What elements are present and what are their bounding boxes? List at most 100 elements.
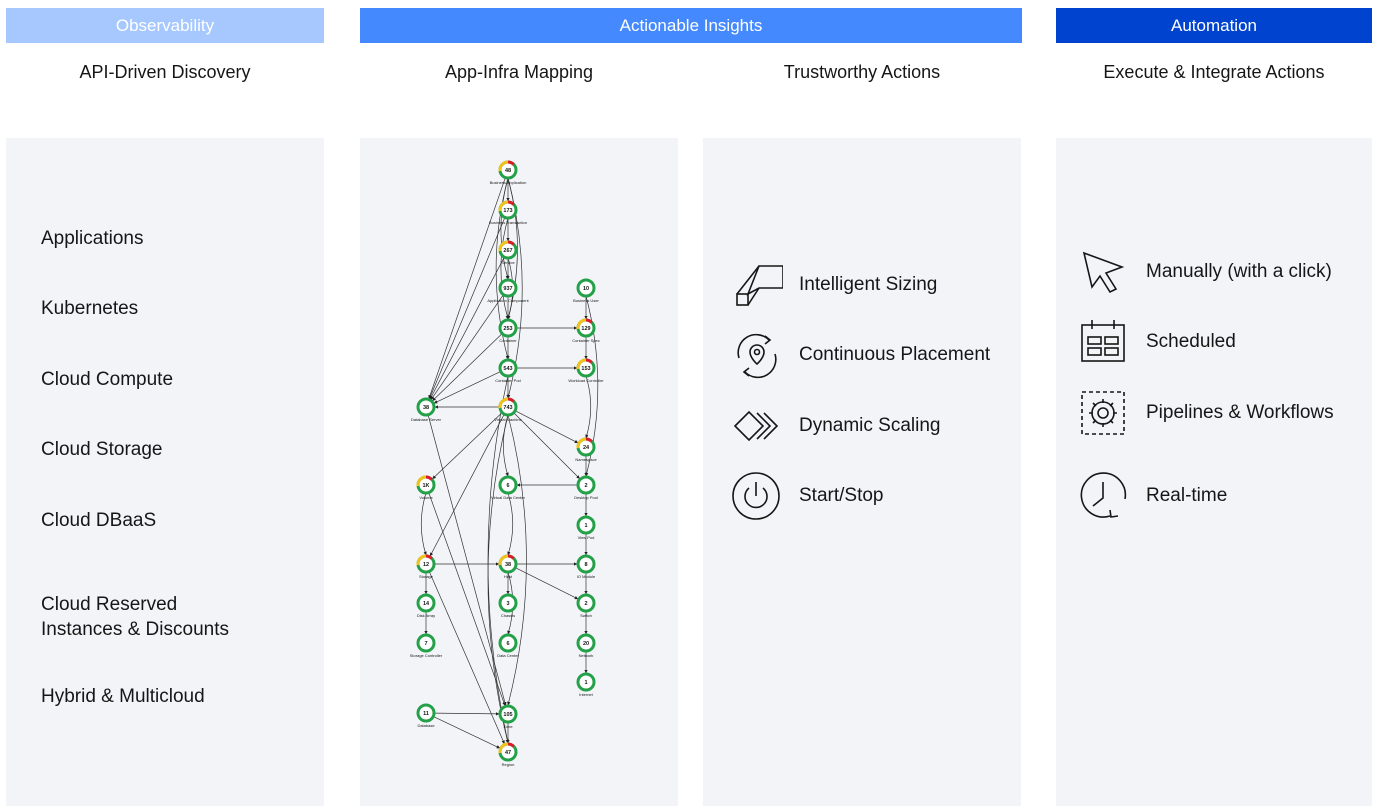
graph-edge — [433, 371, 501, 404]
heading-mapping: App-Infra Mapping — [444, 62, 594, 82]
graph-edge — [507, 492, 514, 556]
node-count: 129 — [581, 326, 590, 332]
node-label: Disk Array — [417, 613, 435, 618]
cursor-icon — [1076, 245, 1130, 299]
node-label: Workload Controller — [568, 378, 604, 383]
node-count: 38 — [423, 405, 429, 411]
observability-title: Observability — [115, 15, 215, 35]
node-label: Virtual Machine — [494, 417, 522, 422]
node-label: View Pod — [578, 535, 595, 540]
heading-discovery: API-Driven Discovery — [79, 62, 251, 82]
node-label: Internet — [579, 692, 593, 697]
node-count: 743 — [503, 405, 512, 411]
graph-node-dc: 6 Data Center — [497, 633, 519, 658]
graph-node-vp: 1 View Pod — [576, 515, 596, 540]
node-label: Service — [501, 260, 515, 265]
graph-edge — [433, 712, 500, 716]
action-intelligent-sizing: Intelligent Sizing — [729, 258, 937, 312]
automation-realtime: Real-time — [1076, 469, 1227, 523]
heading-execute: Execute & Integrate Actions — [1103, 62, 1325, 82]
automation-panel: Manually (with a click) Scheduled Pipeli… — [1056, 138, 1372, 806]
graph-edge — [500, 217, 509, 320]
sizing-icon — [729, 258, 783, 312]
graph-node-ds: 38 Database Server — [411, 397, 442, 422]
source-kubernetes: Kubernetes — [41, 298, 139, 319]
node-count: 543 — [503, 366, 512, 372]
graph-edge — [514, 410, 579, 444]
automation-pipelines: Pipelines & Workflows — [1076, 386, 1334, 440]
node-label: Region — [502, 762, 515, 767]
node-count: 12 — [423, 562, 429, 568]
node-label: Business Application — [490, 180, 527, 185]
node-count: 173 — [503, 208, 512, 214]
graph-node-io: 8 IO Module — [576, 554, 596, 579]
graph-node-inet: 1 Internet — [576, 672, 596, 697]
graph-edge — [428, 492, 506, 706]
node-label: Container Pod — [495, 378, 521, 383]
node-count: 2 — [584, 601, 587, 607]
graph-node-bt: 173 Business Transaction — [489, 200, 527, 225]
node-label: Database — [417, 723, 435, 728]
automation-band: Automation — [1056, 8, 1372, 43]
graph-node-cs: 129 Container Spec — [572, 318, 600, 343]
action-label: Intelligent Sizing — [799, 274, 938, 295]
graph-node-dp: 2 Desktop Pool — [574, 475, 598, 500]
node-count: 937 — [503, 286, 512, 292]
node-count: 7 — [424, 641, 427, 647]
source-cloud-storage: Cloud Storage — [41, 439, 163, 460]
calendar-icon — [1076, 315, 1130, 369]
graph-edge — [420, 492, 427, 556]
automation-manual: Manually (with a click) — [1076, 245, 1332, 299]
node-label: Database Server — [411, 417, 442, 422]
graph-node-vol: 1K Volume — [416, 475, 436, 500]
supply-chain-graph: 48Business Application173Business Transa… — [410, 160, 604, 767]
node-count: 1K — [422, 483, 429, 489]
scaling-icon — [729, 399, 783, 453]
node-label: Namespace — [575, 457, 597, 462]
automation-label: Real-time — [1146, 485, 1228, 506]
node-count: 20 — [583, 641, 589, 647]
discovery-panel: Applications Kubernetes Cloud Compute Cl… — [6, 138, 324, 806]
automation-title: Automation — [1171, 15, 1257, 35]
node-count: 24 — [583, 445, 590, 451]
node-count: 10 — [583, 286, 589, 292]
automation-label: Scheduled — [1146, 331, 1236, 352]
node-count: 1 — [584, 523, 587, 529]
node-count: 153 — [581, 366, 590, 372]
graph-node-ns: 24 Namespace — [575, 437, 597, 462]
node-count: 3 — [506, 601, 509, 607]
clock-icon — [1076, 469, 1130, 523]
automation-scheduled: Scheduled — [1076, 315, 1236, 369]
node-label: Switch — [580, 613, 592, 618]
graph-node-vdc: 6 Virtual Data Center — [491, 475, 526, 500]
automation-label: Pipelines & Workflows — [1146, 402, 1334, 423]
graph-node-ch: 3 Chassis — [498, 593, 518, 618]
node-label: Application Component — [487, 298, 529, 303]
node-label: IO Module — [577, 574, 596, 579]
node-count: 47 — [505, 750, 511, 756]
node-count: 11 — [423, 711, 429, 717]
actions-panel: Intelligent Sizing Continuous Placement … — [703, 138, 1021, 806]
graph-node-ac: 937 Application Component — [487, 278, 530, 303]
source-cloud-dbaas: Cloud DBaaS — [41, 510, 157, 531]
node-label: Business User — [573, 298, 599, 303]
graph-node-st: 12 Storage — [416, 554, 436, 579]
node-label: Data Center — [497, 653, 519, 658]
observability-band: Observability — [6, 8, 324, 43]
node-count: 2 — [584, 483, 587, 489]
node-count: 38 — [505, 562, 511, 568]
graph-node-da: 14 Disk Array — [416, 593, 436, 618]
node-count: 267 — [503, 248, 512, 254]
node-count: 8 — [584, 562, 587, 568]
graph-edge — [429, 217, 506, 399]
graph-node-host: 38 Host — [498, 554, 518, 579]
heading-actions: Trustworthy Actions — [783, 62, 941, 82]
graph-node-reg: 47 Region — [498, 742, 518, 767]
node-label: Chassis — [501, 613, 515, 618]
graph-node-db: 11 Database — [416, 703, 436, 728]
graph-edge — [430, 294, 504, 400]
graph-node-ct: 253 Container — [498, 318, 518, 343]
source-instances-discounts: Instances & Discounts — [41, 619, 229, 640]
action-dynamic-scaling: Dynamic Scaling — [729, 399, 941, 453]
automation-label: Manually (with a click) — [1146, 261, 1332, 282]
